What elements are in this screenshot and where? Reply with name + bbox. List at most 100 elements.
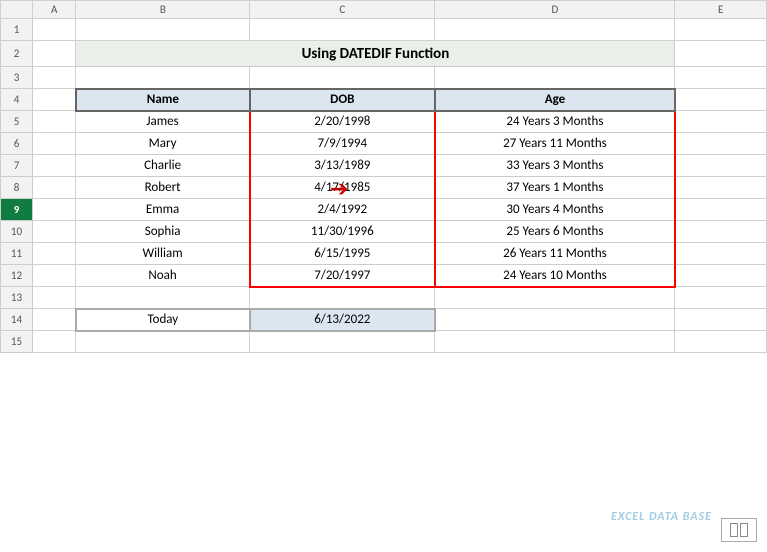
e4[interactable] [675,89,767,111]
row-num-8: 8 [1,177,33,199]
name-11[interactable]: William [76,243,250,265]
age-11[interactable]: 26 Years 11 Months [435,243,675,265]
e3[interactable] [675,67,767,89]
d15[interactable] [435,331,675,353]
name-9[interactable]: Emma [76,199,250,221]
a2[interactable] [33,41,76,67]
col-B-header: B [76,1,250,19]
row-6: 6 Mary7/9/199427 Years 11 Months [1,133,767,155]
name-12[interactable]: Noah [76,265,250,287]
age-6[interactable]: 27 Years 11 Months [435,133,675,155]
corner-header [1,1,33,19]
row-9: 9Emma2/4/199230 Years 4 Months [1,199,767,221]
e8[interactable] [675,177,767,199]
age-12[interactable]: 24 Years 10 Months [435,265,675,287]
dob-11[interactable]: 6/15/1995 [250,243,435,265]
title-cell: Using DATEDIF Function [76,41,675,67]
e15[interactable] [675,331,767,353]
today-value-cell[interactable]: 6/13/2022 [250,309,435,331]
a8[interactable] [33,177,76,199]
e12[interactable] [675,265,767,287]
e10[interactable] [675,221,767,243]
row-num-6: 6 [1,133,33,155]
row-1: 1 [1,19,767,41]
e1[interactable] [675,19,767,41]
a7[interactable] [33,155,76,177]
a4[interactable] [33,89,76,111]
e7[interactable] [675,155,767,177]
dob-6[interactable]: 7/9/1994 [250,133,435,155]
row-11: 11 William6/15/199526 Years 11 Months [1,243,767,265]
col-header-row: ABCDE [1,1,767,19]
row-14: 14Today6/13/2022 [1,309,767,331]
th-name: Name [76,89,250,111]
name-7[interactable]: Charlie [76,155,250,177]
dob-5[interactable]: 2/20/1998 [250,111,435,133]
e11[interactable] [675,243,767,265]
c1[interactable] [250,19,435,41]
age-10[interactable]: 25 Years 6 Months [435,221,675,243]
row-10: 10 Sophia11/30/199625 Years 6 Months [1,221,767,243]
a11[interactable] [33,243,76,265]
c13[interactable] [250,287,435,309]
dob-10[interactable]: 11/30/1996 [250,221,435,243]
row-num-10: 10 [1,221,33,243]
name-5[interactable]: James [76,111,250,133]
c3[interactable] [250,67,435,89]
row-8: 8Robert4/17/198537 Years 1 Months [1,177,767,199]
name-6[interactable]: Mary [76,133,250,155]
age-8[interactable]: 37 Years 1 Months [435,177,675,199]
d3[interactable] [435,67,675,89]
page-layout-icon[interactable] [721,518,757,542]
e13[interactable] [675,287,767,309]
row-num-2: 2 [1,41,33,67]
c15[interactable] [250,331,435,353]
b3[interactable] [76,67,250,89]
row-num-7: 7 [1,155,33,177]
col-A-header: A [33,1,76,19]
a6[interactable] [33,133,76,155]
age-7[interactable]: 33 Years 3 Months [435,155,675,177]
a3[interactable] [33,67,76,89]
a12[interactable] [33,265,76,287]
row-num-9: 9 [1,199,33,221]
row-num-11: 11 [1,243,33,265]
a14[interactable] [33,309,76,331]
e14[interactable] [675,309,767,331]
a5[interactable] [33,111,76,133]
d13[interactable] [435,287,675,309]
d1[interactable] [435,19,675,41]
th-age: Age [435,89,675,111]
a1[interactable] [33,19,76,41]
row-num-3: 3 [1,67,33,89]
a9[interactable] [33,199,76,221]
e9[interactable] [675,199,767,221]
a10[interactable] [33,221,76,243]
row-num-4: 4 [1,89,33,111]
row-num-12: 12 [1,265,33,287]
a13[interactable] [33,287,76,309]
age-9[interactable]: 30 Years 4 Months [435,199,675,221]
e2[interactable] [675,41,767,67]
age-5[interactable]: 24 Years 3 Months [435,111,675,133]
row-7: 7 Charlie3/13/198933 Years 3 Months [1,155,767,177]
dob-12[interactable]: 7/20/1997 [250,265,435,287]
row-13: 13 [1,287,767,309]
col-C-header: C [250,1,435,19]
b15[interactable] [76,331,250,353]
name-8[interactable]: Robert [76,177,250,199]
row-15: 15 [1,331,767,353]
dob-7[interactable]: 3/13/1989 [250,155,435,177]
row-12: 12 Noah7/20/199724 Years 10 Months [1,265,767,287]
watermark: EXCEL DATA BASE [611,510,712,524]
d14[interactable] [435,309,675,331]
row-num-14: 14 [1,309,33,331]
e6[interactable] [675,133,767,155]
th-dob: DOB [250,89,435,111]
b1[interactable] [76,19,250,41]
name-10[interactable]: Sophia [76,221,250,243]
b13[interactable] [76,287,250,309]
row-num-5: 5 [1,111,33,133]
a15[interactable] [33,331,76,353]
e5[interactable] [675,111,767,133]
